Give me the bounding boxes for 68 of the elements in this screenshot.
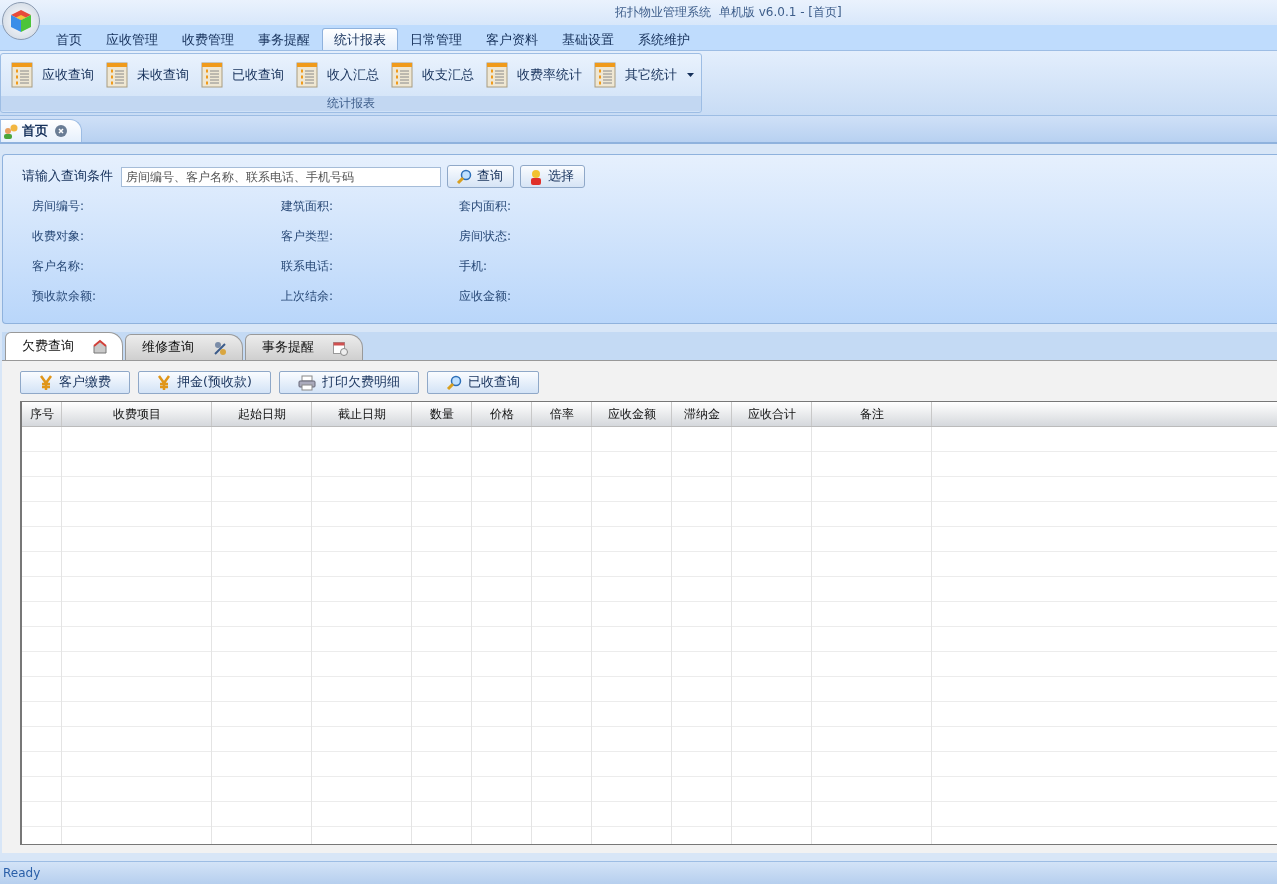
column-header[interactable]: 截止日期 — [312, 402, 412, 426]
field-label: 建筑面积: — [281, 198, 335, 215]
action-button[interactable]: 打印欠费明细 — [278, 371, 419, 394]
dropdown-caret-icon[interactable] — [687, 73, 694, 77]
field-label: 联系电话: — [281, 258, 335, 275]
tools-icon — [212, 339, 228, 356]
printer-icon — [297, 374, 316, 391]
column-header[interactable]: 起始日期 — [212, 402, 312, 426]
person-icon — [529, 168, 543, 185]
column-header[interactable]: 序号 — [22, 402, 62, 426]
menu-tab[interactable]: 应收管理 — [94, 28, 170, 50]
action-button[interactable]: 客户缴费 — [20, 371, 130, 394]
column-header[interactable]: 倍率 — [532, 402, 592, 426]
menu-tab[interactable]: 基础设置 — [550, 28, 626, 50]
menu-tab[interactable]: 事务提醒 — [246, 28, 322, 50]
document-tab-label: 首页 — [22, 122, 48, 140]
ribbon-button[interactable]: 其它统计 — [588, 57, 681, 93]
close-icon[interactable] — [55, 125, 67, 137]
yen-icon — [39, 374, 53, 391]
column-header[interactable]: 应收金额 — [592, 402, 672, 426]
yen-icon — [157, 374, 171, 391]
search-icon — [445, 374, 462, 391]
menu-tab[interactable]: 首页 — [44, 28, 94, 50]
sub-tab[interactable]: 维修查询 — [125, 334, 243, 360]
menu-tab[interactable]: 系统维护 — [626, 28, 702, 50]
menu-tab[interactable]: 统计报表 — [322, 28, 398, 50]
ribbon-button[interactable]: 收支汇总 — [385, 57, 478, 93]
menu-tab[interactable]: 日常管理 — [398, 28, 474, 50]
field-label: 收费对象: — [32, 228, 86, 245]
menu-tab[interactable]: 客户资料 — [474, 28, 550, 50]
column-header[interactable]: 备注 — [812, 402, 932, 426]
query-label: 请输入查询条件 — [22, 168, 113, 185]
ribbon-button[interactable]: 应收查询 — [5, 57, 98, 93]
select-button[interactable]: 选择 — [520, 165, 585, 188]
query-input-field[interactable]: 房间编号、客户名称、联系电话、手机号码 — [121, 166, 441, 187]
ribbon-button[interactable]: 收费率统计 — [480, 57, 586, 93]
ribbon-button[interactable]: 已收查询 — [195, 57, 288, 93]
calendar-icon — [332, 339, 348, 356]
action-button[interactable]: 已收查询 — [426, 371, 539, 394]
document-tab[interactable]: 首页 — [0, 119, 82, 142]
field-label: 客户类型: — [281, 228, 335, 245]
field-label: 套内面积: — [459, 198, 513, 215]
field-label: 预收款余额: — [32, 288, 98, 305]
field-label: 房间编号: — [32, 198, 86, 215]
query-button[interactable]: 查询 — [447, 165, 514, 188]
users-icon — [3, 123, 19, 139]
field-label: 房间状态: — [459, 228, 513, 245]
ribbon-group-label: 统计报表 — [1, 96, 701, 111]
column-header[interactable]: 应收合计 — [732, 402, 812, 426]
column-header[interactable]: 滞纳金 — [672, 402, 732, 426]
ribbon-button[interactable]: 未收查询 — [100, 57, 193, 93]
action-button[interactable]: 押金(预收款) — [138, 371, 271, 394]
field-label: 手机: — [459, 258, 489, 275]
app-logo-icon[interactable] — [2, 2, 40, 40]
menu-tab[interactable]: 收费管理 — [170, 28, 246, 50]
field-label: 客户名称: — [32, 258, 86, 275]
ribbon-button[interactable]: 收入汇总 — [290, 57, 383, 93]
sub-tab[interactable]: 欠费查询 — [5, 332, 123, 360]
field-label: 上次结余: — [281, 288, 335, 305]
status-text: Ready — [3, 866, 41, 880]
sub-tab[interactable]: 事务提醒 — [245, 334, 363, 360]
house-icon — [92, 338, 108, 355]
window-title: 拓扑物业管理系统 单机版 v6.0.1 - [首页] — [615, 4, 842, 21]
field-label: 应收金额: — [459, 288, 513, 305]
search-icon — [456, 168, 472, 185]
column-header[interactable]: 数量 — [412, 402, 472, 426]
column-header[interactable]: 价格 — [472, 402, 532, 426]
column-header[interactable]: 收费项目 — [62, 402, 212, 426]
